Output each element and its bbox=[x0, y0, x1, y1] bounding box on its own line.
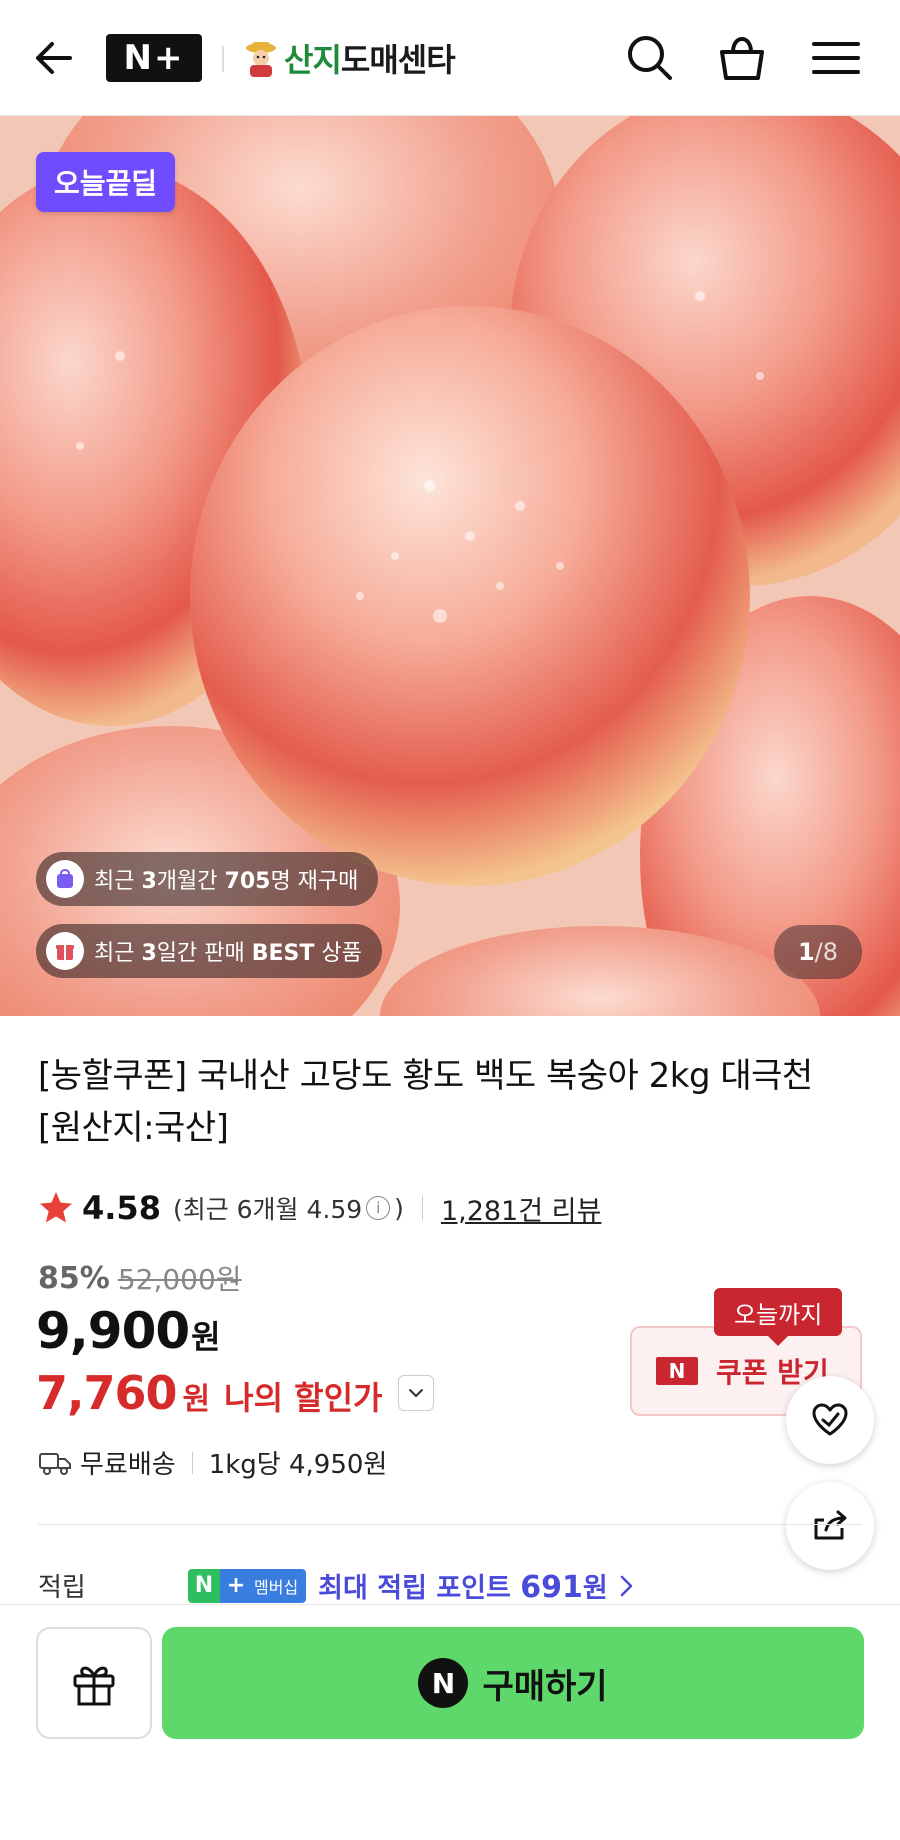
shopping-bag-icon[interactable] bbox=[716, 32, 768, 84]
star-icon bbox=[40, 1192, 72, 1223]
gift-box-icon bbox=[46, 932, 84, 970]
share-icon bbox=[814, 1510, 847, 1540]
bottom-action-bar: N 구매하기 bbox=[0, 1604, 900, 1840]
section-divider bbox=[38, 1524, 862, 1525]
naver-pay-icon: N bbox=[418, 1658, 469, 1708]
today-deal-badge: 오늘끝딜 bbox=[36, 152, 176, 212]
rating-score: 4.58 bbox=[82, 1189, 161, 1227]
nplus-store-logo[interactable]: N+ bbox=[106, 34, 202, 82]
points-label: 적립 bbox=[38, 1573, 86, 1603]
rating-row: 4.58 (최근 6개월 4.59 i ) 1,281건 리뷰 bbox=[38, 1188, 601, 1228]
wishlist-button[interactable] bbox=[786, 1376, 874, 1464]
shipping-text: 무료배송 bbox=[80, 1450, 176, 1480]
points-row[interactable]: 적립 N + 멤버십 최대 적립 포인트 691원 bbox=[38, 1566, 636, 1605]
info-icon[interactable]: i bbox=[366, 1196, 391, 1220]
naver-coupon-icon: N bbox=[656, 1357, 698, 1385]
top-header: N+ 산지도매센타 bbox=[0, 0, 900, 116]
sale-price: 9,900 원 bbox=[36, 1302, 221, 1360]
brand-name: 산지도매센타 bbox=[284, 41, 456, 79]
repurchase-info-pill: 최근 3개월간 705명 재구매 bbox=[36, 852, 379, 906]
hamburger-menu-icon[interactable] bbox=[810, 32, 862, 84]
shipping-row: 무료배송 1kg당 4,950원 bbox=[38, 1444, 387, 1481]
rating-separator bbox=[421, 1196, 423, 1220]
truck-icon bbox=[39, 1452, 71, 1475]
original-price: 52,000원 bbox=[117, 1263, 242, 1296]
my-discount-price[interactable]: 7,760 원 나의 할인가 bbox=[36, 1366, 435, 1420]
farmer-mascot-icon bbox=[246, 42, 276, 77]
search-icon[interactable] bbox=[624, 32, 676, 84]
heart-icon bbox=[812, 1403, 848, 1436]
unit-price: 1kg당 4,950원 bbox=[208, 1450, 388, 1480]
discount-percent: 85% bbox=[38, 1260, 110, 1296]
my-price-label: 나의 할인가 bbox=[224, 1379, 383, 1417]
image-counter: 1/8 bbox=[774, 925, 862, 979]
buy-button[interactable]: N 구매하기 bbox=[162, 1627, 864, 1739]
bag-icon bbox=[46, 860, 84, 898]
shipping-separator bbox=[191, 1451, 193, 1474]
repurchase-text: 최근 3개월간 705명 재구매 bbox=[94, 869, 359, 894]
coupon-deadline-tag: 오늘까지 bbox=[714, 1288, 843, 1346]
chevron-right-icon[interactable] bbox=[616, 1573, 636, 1599]
chevron-down-icon[interactable] bbox=[398, 1375, 435, 1411]
back-arrow-icon[interactable] bbox=[30, 34, 78, 82]
discount-row: 85% 52,000원 bbox=[38, 1258, 242, 1298]
gift-icon bbox=[73, 1666, 115, 1706]
max-points-text: 최대 적립 포인트 691원 bbox=[318, 1570, 608, 1605]
share-button[interactable] bbox=[786, 1482, 874, 1570]
gift-button[interactable] bbox=[36, 1627, 152, 1739]
review-count-link[interactable]: 1,281건 리뷰 bbox=[441, 1189, 601, 1228]
product-title: [농할쿠폰] 국내산 고당도 황도 백도 복숭아 2kg 대극천 [원산지:국산… bbox=[38, 1056, 813, 1148]
buy-label: 구매하기 bbox=[482, 1666, 608, 1707]
best-seller-text: 최근 3일간 판매 BEST 상품 bbox=[94, 941, 362, 966]
recent-rating[interactable]: (최근 6개월 4.59 i ) bbox=[173, 1190, 404, 1226]
brand-logo[interactable]: 산지도매센타 bbox=[244, 36, 456, 80]
header-divider bbox=[222, 46, 224, 72]
best-seller-pill: 최근 3일간 판매 BEST 상품 bbox=[36, 924, 382, 978]
nplus-membership-badge: N + 멤버십 bbox=[188, 1568, 307, 1603]
